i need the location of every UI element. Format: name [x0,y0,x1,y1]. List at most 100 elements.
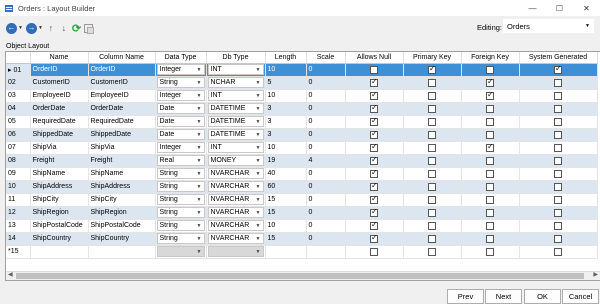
table-row[interactable]: 11 ShipCity ShipCity String ▼ NVARCHAR ▼ 15 0 [6,193,598,207]
dropdown-field[interactable]: String ▼ [156,181,205,192]
system-generated-checkbox[interactable] [554,156,562,165]
name-cell[interactable] [30,245,89,259]
primary-key-checkbox[interactable] [428,182,436,191]
dropdown-field[interactable]: String ▼ [156,194,205,205]
refresh-button[interactable]: ⟳ [72,21,81,35]
primary-key-checkbox[interactable] [428,195,436,204]
dropdown-field[interactable]: Date ▼ [156,103,205,114]
dropdown-field[interactable]: NVARCHAR ▼ [207,181,264,192]
dropdown-field[interactable]: String ▼ [156,77,205,88]
column-name-cell[interactable]: Freight [88,154,156,168]
length-cell[interactable]: 10 [265,89,307,103]
system-generated-checkbox[interactable] [554,169,562,178]
column-name-cell[interactable]: ShippedDate [88,128,156,142]
primary-key-checkbox[interactable] [428,221,436,230]
row-header[interactable]: 07 [6,141,31,155]
new-row[interactable]: *15 ▼ ▼ [6,245,598,259]
allows-null-checkbox[interactable] [370,90,378,100]
foreign-key-checkbox[interactable] [486,130,494,139]
scale-cell[interactable]: 0 [306,89,346,103]
foreign-key-checkbox[interactable] [486,221,494,230]
table-row[interactable]: 13 ShipPostalCode ShipPostalCode String ▼ NVA… [6,219,598,233]
scale-cell[interactable]: 0 [306,141,346,155]
column-header[interactable]: Column Name [88,52,156,64]
scroll-right-icon[interactable]: ▶ [593,271,598,278]
primary-key-checkbox[interactable] [428,130,436,139]
dropdown-field[interactable]: Date ▼ [156,129,205,140]
column-header[interactable]: Data Type [155,52,207,64]
name-cell[interactable]: ShipRegion [30,206,89,220]
scale-cell[interactable]: 0 [306,180,346,194]
allows-null-checkbox[interactable] [370,103,378,113]
allows-null-checkbox[interactable] [370,220,378,230]
column-header[interactable]: Db Type [206,52,266,64]
length-cell[interactable]: 15 [265,193,307,207]
primary-key-checkbox[interactable] [428,208,436,217]
table-row[interactable]: 10 ShipAddress ShipAddress String ▼ NVARCHAR ▼… [6,180,598,194]
column-name-cell[interactable]: OrderID [88,63,156,77]
table-row[interactable]: 08 Freight Freight Real ▼ MONEY ▼ 19 4 [6,154,598,168]
scale-cell[interactable]: 0 [306,193,346,207]
dropdown-field[interactable]: INT ▼ [207,64,264,75]
editing-select[interactable]: Orders ▼ [503,19,594,33]
scale-cell[interactable]: 0 [306,63,346,77]
length-cell[interactable]: 10 [265,141,307,155]
system-generated-checkbox[interactable] [554,64,562,74]
dropdown-field[interactable]: ▼ [156,246,205,257]
name-cell[interactable]: ShipVia [30,141,89,155]
table-row[interactable]: 02 CustomerID CustomerID String ▼ NCHAR ▼ 5 0 [6,76,598,90]
row-header[interactable]: 11 [6,193,31,207]
foreign-key-checkbox[interactable] [486,208,494,217]
dropdown-field[interactable]: ▼ [207,246,264,257]
dropdown-field[interactable]: Integer ▼ [156,64,205,75]
length-cell[interactable] [265,245,307,259]
dropdown-field[interactable]: INT ▼ [207,90,264,101]
length-cell[interactable]: 10 [265,219,307,233]
length-cell[interactable]: 40 [265,167,307,181]
allows-null-checkbox[interactable] [370,168,378,178]
scale-cell[interactable]: 0 [306,232,346,246]
row-header[interactable]: 02 [6,76,31,90]
scale-cell[interactable]: 0 [306,76,346,90]
foreign-key-checkbox[interactable] [486,234,494,243]
dropdown-field[interactable]: NVARCHAR ▼ [207,194,264,205]
system-generated-checkbox[interactable] [554,143,562,152]
dropdown-field[interactable]: String ▼ [156,233,205,244]
name-cell[interactable]: CustomerID [30,76,89,90]
scale-cell[interactable]: 4 [306,154,346,168]
prev-button[interactable]: Prev [447,289,484,304]
row-header[interactable]: 06 [6,128,31,142]
row-header[interactable]: 04 [6,102,31,116]
column-name-cell[interactable]: ShipAddress [88,180,156,194]
foreign-key-checkbox[interactable] [486,104,494,113]
length-cell[interactable]: 15 [265,206,307,220]
system-generated-checkbox[interactable] [554,117,562,126]
foreign-key-checkbox[interactable] [486,65,494,74]
scale-cell[interactable] [306,245,346,259]
name-cell[interactable]: ShipPostalCode [30,219,89,233]
scroll-left-icon[interactable]: ◀ [8,271,13,278]
dropdown-field[interactable]: DATETIME ▼ [207,116,264,127]
table-row[interactable]: 04 OrderDate OrderDate Date ▼ DATETIME ▼ 3 0 [6,102,598,116]
name-cell[interactable]: OrderDate [30,102,89,116]
foreign-key-checkbox[interactable] [486,90,494,100]
primary-key-checkbox[interactable] [428,91,436,100]
maximize-button[interactable]: ☐ [546,0,573,16]
dropdown-field[interactable]: NVARCHAR ▼ [207,233,264,244]
allows-null-checkbox[interactable] [370,194,378,204]
length-cell[interactable]: 3 [265,115,307,129]
column-header[interactable]: Foreign Key [461,52,520,64]
name-cell[interactable]: ShippedDate [30,128,89,142]
table-row[interactable]: 07 ShipVia ShipVia Integer ▼ INT ▼ 10 0 [6,141,598,155]
dropdown-field[interactable]: Integer ▼ [156,142,205,153]
system-generated-checkbox[interactable] [554,195,562,204]
cancel-button[interactable]: Cancel [562,289,599,304]
dropdown-field[interactable]: String ▼ [156,220,205,231]
system-generated-checkbox[interactable] [554,130,562,139]
column-header[interactable]: Scale [306,52,346,64]
system-generated-checkbox[interactable] [554,221,562,230]
length-cell[interactable]: 3 [265,102,307,116]
row-header[interactable]: 12 [6,206,31,220]
copy-button[interactable] [84,21,95,35]
dropdown-field[interactable]: NVARCHAR ▼ [207,168,264,179]
